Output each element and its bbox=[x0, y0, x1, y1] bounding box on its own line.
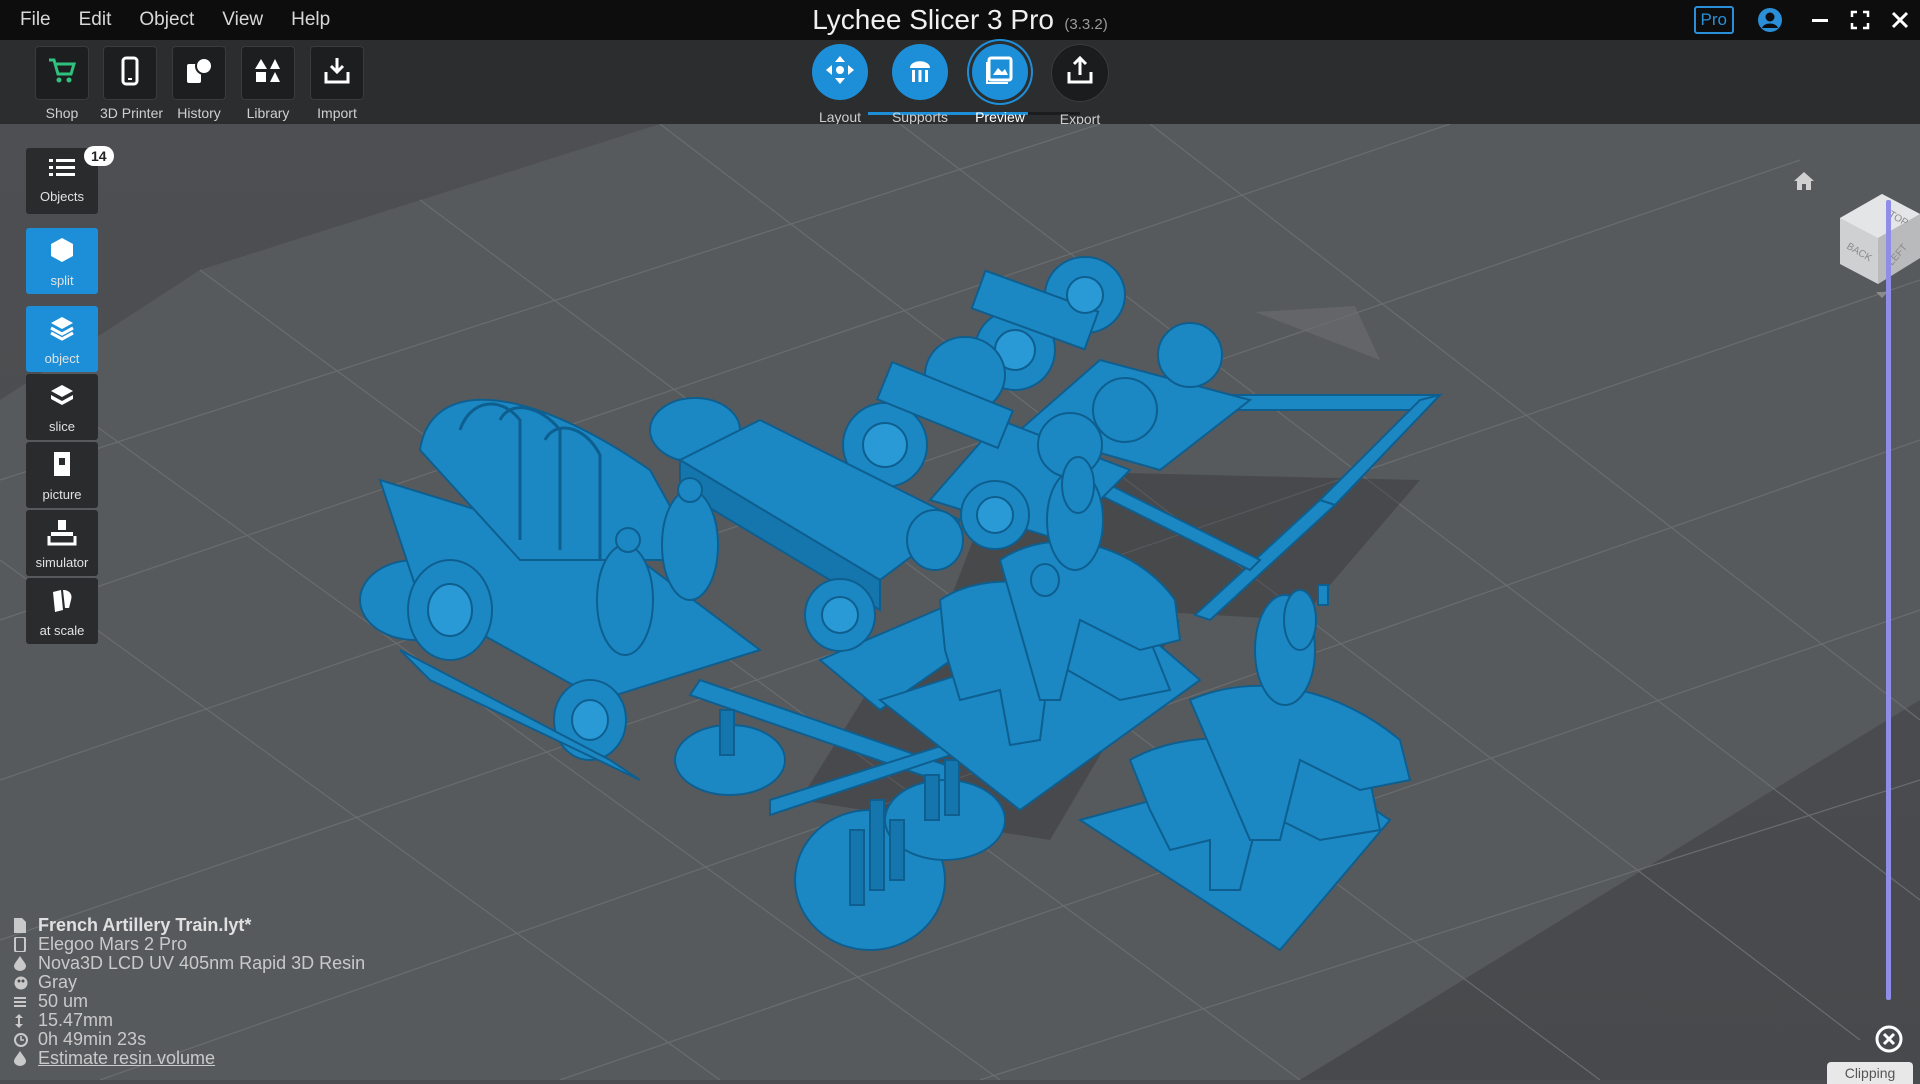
app-version: (3.3.2) bbox=[1064, 16, 1108, 33]
info-time-row: 0h 49min 23s bbox=[14, 1029, 365, 1049]
clipping-close-icon[interactable] bbox=[1874, 1024, 1904, 1059]
info-file-name: French Artillery Train.lyt* bbox=[38, 915, 252, 935]
move-arrows-icon bbox=[824, 54, 856, 91]
hexagon-icon bbox=[48, 238, 76, 268]
list-icon bbox=[49, 159, 75, 184]
picture-icon bbox=[48, 452, 76, 482]
3d-printer-label: 3D Printer bbox=[100, 105, 164, 121]
step-layout-label: Layout bbox=[818, 109, 862, 125]
import-label: Import bbox=[317, 105, 357, 121]
home-view-icon[interactable] bbox=[1792, 170, 1816, 197]
info-height-row: 15.47mm bbox=[14, 1010, 365, 1030]
object-view-button[interactable]: object bbox=[26, 306, 98, 372]
library-button[interactable]: Library bbox=[238, 46, 298, 121]
maximize-icon[interactable] bbox=[1840, 0, 1880, 40]
export-icon bbox=[1064, 55, 1096, 92]
menu-object[interactable]: Object bbox=[125, 0, 208, 40]
info-printer: Elegoo Mars 2 Pro bbox=[38, 934, 188, 954]
shop-label: Shop bbox=[45, 105, 79, 121]
estimate-resin-link[interactable]: Estimate resin volume bbox=[38, 1048, 215, 1069]
at-scale-label: at scale bbox=[39, 623, 85, 638]
supports-icon bbox=[904, 54, 936, 91]
info-layer-row: 50 um bbox=[14, 991, 365, 1011]
menu-edit[interactable]: Edit bbox=[65, 0, 126, 40]
view-cube[interactable]: TOP BACK LEFT bbox=[1836, 188, 1920, 303]
history-icon bbox=[184, 56, 214, 91]
cart-icon bbox=[47, 56, 77, 91]
step-preview[interactable]: Preview bbox=[960, 44, 1040, 125]
object-label: object bbox=[44, 351, 80, 366]
clock-icon bbox=[14, 1032, 38, 1047]
step-preview-label: Preview bbox=[975, 109, 1025, 125]
height-arrows-icon bbox=[14, 1013, 38, 1028]
library-icon bbox=[253, 56, 283, 91]
picture-label: picture bbox=[42, 487, 82, 502]
resin-drop-icon bbox=[14, 956, 38, 971]
menu-help[interactable]: Help bbox=[277, 0, 344, 40]
3d-printer-button[interactable]: 3D Printer bbox=[100, 46, 164, 121]
menu-file[interactable]: File bbox=[6, 0, 65, 40]
menu-view[interactable]: View bbox=[208, 0, 277, 40]
file-icon bbox=[14, 918, 38, 933]
import-icon bbox=[322, 56, 352, 91]
project-info-panel: French Artillery Train.lyt* Elegoo Mars … bbox=[14, 915, 366, 1069]
minimize-icon[interactable] bbox=[1800, 0, 1840, 40]
simulator-label: simulator bbox=[35, 555, 89, 570]
step-supports-label: Supports bbox=[891, 109, 949, 125]
info-resin-row: Nova3D LCD UV 405nm Rapid 3D Resin bbox=[14, 953, 366, 973]
info-file-row: French Artillery Train.lyt* bbox=[14, 915, 365, 935]
info-estimate-row: Estimate resin volume bbox=[14, 1048, 365, 1069]
shop-button[interactable]: Shop bbox=[32, 46, 92, 121]
objects-count-badge: 14 bbox=[84, 146, 114, 166]
phone-printer-icon bbox=[117, 56, 143, 91]
slice-icon bbox=[48, 385, 76, 414]
info-resin: Nova3D LCD UV 405nm Rapid 3D Resin bbox=[38, 953, 366, 973]
slice-button[interactable]: slice bbox=[26, 374, 98, 440]
layers-icon bbox=[48, 317, 76, 346]
simulator-icon bbox=[47, 520, 77, 550]
simulator-button[interactable]: simulator bbox=[26, 510, 98, 576]
info-layer-height: 50 um bbox=[38, 991, 89, 1011]
title-bar: File Edit Object View Help Lychee Slicer… bbox=[0, 0, 1920, 40]
info-print-time: 0h 49min 23s bbox=[38, 1029, 147, 1049]
library-label: Library bbox=[246, 105, 290, 121]
at-scale-icon bbox=[47, 590, 77, 618]
info-color-row: Gray bbox=[14, 972, 365, 992]
layer-height-icon bbox=[14, 996, 38, 1008]
resin-volume-icon bbox=[14, 1051, 38, 1066]
info-color: Gray bbox=[38, 972, 78, 992]
slice-label: slice bbox=[48, 419, 75, 434]
step-export[interactable]: Export bbox=[1040, 44, 1120, 127]
split-label: split bbox=[50, 273, 74, 288]
main-toolbar: Shop 3D Printer History Library Import L… bbox=[0, 40, 1920, 127]
history-label: History bbox=[177, 105, 221, 121]
layer-slider[interactable] bbox=[1886, 200, 1891, 1000]
clipping-button[interactable]: Clipping bbox=[1827, 1062, 1913, 1084]
info-height: 15.47mm bbox=[38, 1010, 114, 1030]
palette-icon bbox=[14, 976, 38, 990]
app-name: Lychee Slicer 3 Pro bbox=[812, 4, 1054, 35]
objects-label: Objects bbox=[39, 189, 85, 204]
info-printer-row: Elegoo Mars 2 Pro bbox=[14, 934, 365, 954]
account-icon[interactable] bbox=[1750, 0, 1790, 40]
printer-icon bbox=[14, 937, 38, 952]
window-controls: Pro bbox=[1693, 0, 1920, 40]
import-button[interactable]: Import bbox=[307, 46, 367, 121]
preview-icon bbox=[984, 54, 1016, 91]
history-button[interactable]: History bbox=[169, 46, 229, 121]
menu-bar: File Edit Object View Help bbox=[6, 0, 344, 40]
at-scale-button[interactable]: at scale bbox=[26, 578, 98, 644]
split-button[interactable]: split bbox=[26, 228, 98, 294]
pro-badge[interactable]: Pro bbox=[1693, 6, 1734, 34]
step-layout[interactable]: Layout bbox=[800, 44, 880, 125]
close-icon[interactable] bbox=[1880, 0, 1920, 40]
step-supports[interactable]: Supports bbox=[880, 44, 960, 125]
picture-button[interactable]: picture bbox=[26, 442, 98, 508]
